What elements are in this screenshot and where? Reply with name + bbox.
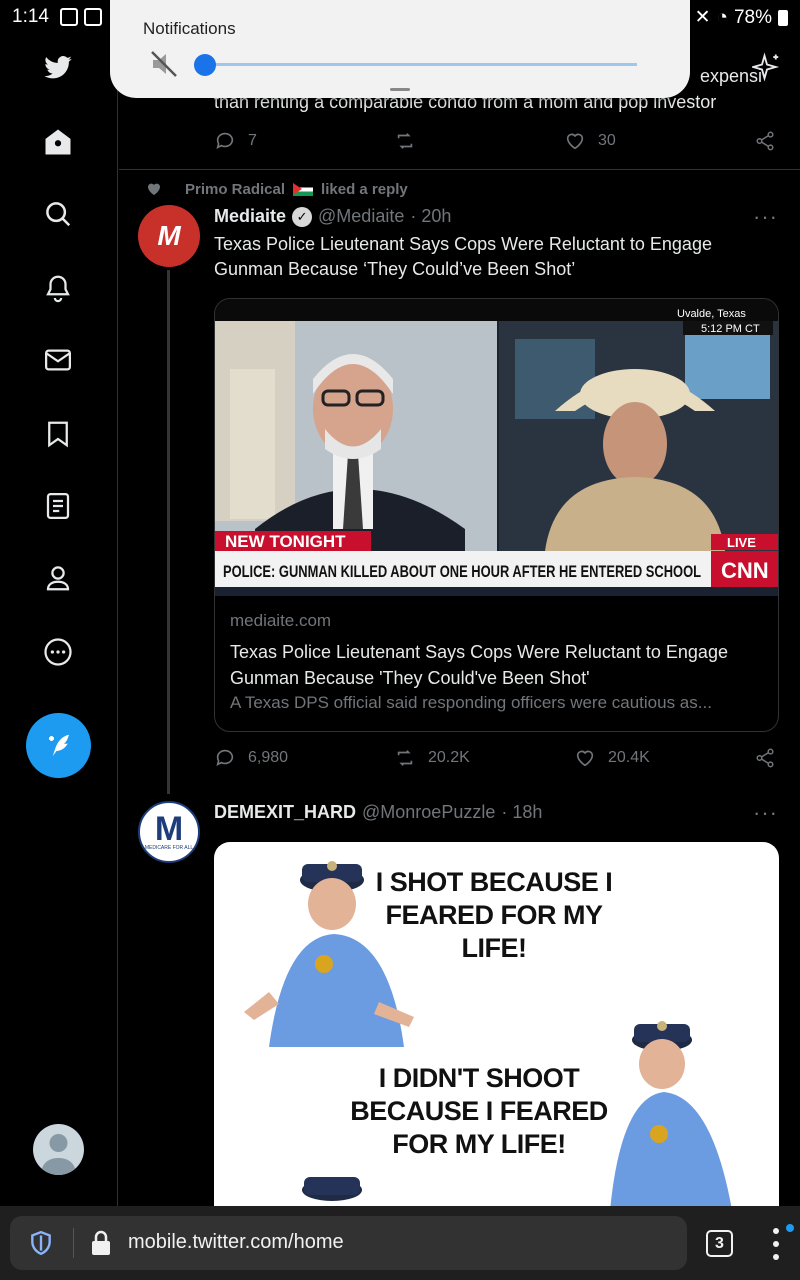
- social-context-name[interactable]: Primo Radical: [185, 181, 285, 198]
- thread-line: [167, 270, 170, 794]
- profile-icon[interactable]: [40, 560, 76, 596]
- reply-count: 7: [248, 132, 257, 149]
- card-image: Uvalde, Texas 5:12 PM CT NEW TONIGHT LIV…: [215, 299, 778, 596]
- more-icon[interactable]: [40, 634, 76, 670]
- screenshot-icon: [60, 8, 78, 26]
- meme-caption-2: I DIDN'T SHOOT BECAUSE I FEARED FOR MY L…: [350, 1063, 608, 1159]
- author-handle[interactable]: @Mediaite: [318, 206, 404, 227]
- image-network-text: CNN: [721, 558, 769, 583]
- tweet-text: Texas Police Lieutenant Says Cops Were R…: [214, 234, 712, 279]
- card-title: Texas Police Lieutenant Says Cops Were R…: [230, 642, 728, 688]
- tab-switcher-button[interactable]: 3: [706, 1230, 733, 1257]
- home-icon[interactable]: [40, 124, 76, 160]
- address-separator: [73, 1228, 74, 1258]
- verified-badge-icon: ✓: [292, 206, 313, 227]
- tweet-divider: [119, 169, 800, 170]
- update-badge: [786, 1224, 794, 1232]
- retweet-icon: [397, 750, 413, 766]
- bookmark-icon[interactable]: [40, 416, 76, 452]
- avatar-letter: M: [154, 810, 184, 848]
- retweet-icon: [397, 133, 413, 149]
- share-button[interactable]: [754, 130, 776, 152]
- retweet-count: 20.2K: [428, 749, 470, 766]
- news-screenshot-image: Uvalde, Texas 5:12 PM CT NEW TONIGHT LIV…: [215, 299, 778, 596]
- mediaite-avatar[interactable]: M: [138, 205, 200, 267]
- author-name[interactable]: Mediaite: [214, 206, 286, 227]
- like-button[interactable]: 20.4K: [574, 747, 650, 769]
- sidebar-nav: [0, 34, 118, 1206]
- meme-caption-1: I SHOT BECAUSE I FEARED FOR MY LIFE!: [375, 867, 613, 963]
- volume-slider-track[interactable]: [206, 63, 637, 66]
- retweet-button[interactable]: 20.2K: [394, 747, 470, 769]
- previous-tweet-actions: 7 30: [214, 130, 780, 160]
- lock-icon: [92, 1230, 110, 1255]
- browser-menu-button[interactable]: [766, 1228, 786, 1260]
- palestine-flag-icon: [293, 182, 314, 196]
- author-name[interactable]: DEMEXIT_HARD: [214, 802, 356, 823]
- volume-slider-thumb[interactable]: [194, 54, 216, 76]
- tweet-time[interactable]: · 20h: [410, 206, 451, 227]
- tweet-header: DEMEXIT_HARD @MonroePuzzle · 18h: [214, 802, 542, 823]
- card-domain: mediaite.com: [230, 611, 332, 630]
- card-meta: mediaite.com Texas Police Lieutenant Say…: [230, 611, 765, 713]
- share-icon: [756, 131, 774, 151]
- heart-icon: [576, 750, 594, 767]
- timeline-feed: expensi than renting a comparable condo …: [119, 34, 800, 1206]
- image-location-text: Uvalde, Texas: [677, 308, 746, 320]
- reply-button[interactable]: 6,980: [214, 747, 288, 769]
- like-count: 20.4K: [608, 749, 650, 766]
- reply-count: 6,980: [248, 749, 289, 766]
- address-bar[interactable]: mobile.twitter.com/home: [10, 1216, 687, 1270]
- url-text[interactable]: mobile.twitter.com/home: [128, 1231, 344, 1254]
- share-icon: [756, 748, 774, 768]
- notification-volume-panel: Notifications: [110, 0, 690, 98]
- heart-filled-icon: [148, 183, 160, 195]
- battery-text: 78%: [733, 6, 772, 28]
- status-time: 1:14: [12, 6, 49, 27]
- bell-icon[interactable]: [40, 270, 76, 306]
- demexit-avatar[interactable]: M MEDICARE FOR ALL: [138, 801, 200, 863]
- account-avatar[interactable]: [33, 1124, 84, 1175]
- tweet-time[interactable]: · 18h: [501, 802, 542, 823]
- muted-speaker-icon[interactable]: [148, 48, 180, 80]
- social-context[interactable]: Primo Radical liked a reply: [148, 180, 408, 198]
- reply-button[interactable]: 7: [214, 130, 257, 152]
- shield-icon: [31, 1230, 51, 1256]
- link-card[interactable]: Uvalde, Texas 5:12 PM CT NEW TONIGHT LIV…: [214, 298, 779, 732]
- tweet-more-button[interactable]: ···: [753, 800, 778, 826]
- social-context-suffix: liked a reply: [321, 180, 408, 198]
- wifi-icon: ◔: [716, 6, 728, 28]
- retweet-button[interactable]: [394, 130, 416, 152]
- notification-panel-title: Notifications: [143, 19, 236, 38]
- author-handle[interactable]: @MonroePuzzle: [362, 802, 495, 823]
- like-button[interactable]: 30: [564, 130, 616, 152]
- compose-tweet-icon: [48, 734, 69, 756]
- image-time-text: 5:12 PM CT: [701, 323, 760, 335]
- image-headline-text: POLICE: GUNMAN KILLED ABOUT ONE HOUR AFT…: [223, 562, 701, 581]
- sparkle-icon[interactable]: [749, 52, 782, 82]
- heart-icon: [566, 133, 584, 150]
- battery-icon: [778, 9, 788, 26]
- panel-drag-handle[interactable]: [390, 88, 410, 91]
- like-count: 30: [598, 132, 616, 149]
- tweet-more-button[interactable]: ···: [753, 204, 778, 230]
- meme-image[interactable]: I SHOT BECAUSE I FEARED FOR MY LIFE! I D…: [214, 842, 779, 1206]
- avatar-caption: MEDICARE FOR ALL: [144, 845, 194, 851]
- tweet-header: Mediaite ✓ @Mediaite · 20h: [214, 206, 451, 227]
- reply-icon: [216, 132, 234, 149]
- compose-tweet-button[interactable]: [26, 713, 91, 778]
- reply-icon: [216, 749, 234, 766]
- card-description: A Texas DPS official said responding off…: [230, 693, 712, 712]
- twitter-logo-icon[interactable]: [40, 50, 76, 86]
- lists-icon[interactable]: [40, 488, 76, 524]
- check-icon: [84, 8, 102, 26]
- image-live-text: LIVE: [727, 535, 756, 550]
- share-button[interactable]: [754, 747, 776, 769]
- search-icon[interactable]: [40, 196, 76, 232]
- mail-icon[interactable]: [40, 342, 76, 378]
- image-tag-text: NEW TONIGHT: [225, 532, 346, 551]
- mute-status-icon: ✕: [694, 7, 711, 28]
- browser-toolbar: mobile.twitter.com/home 3: [0, 1206, 800, 1280]
- tweet-actions: 6,980 20.2K 20.4K: [214, 747, 780, 777]
